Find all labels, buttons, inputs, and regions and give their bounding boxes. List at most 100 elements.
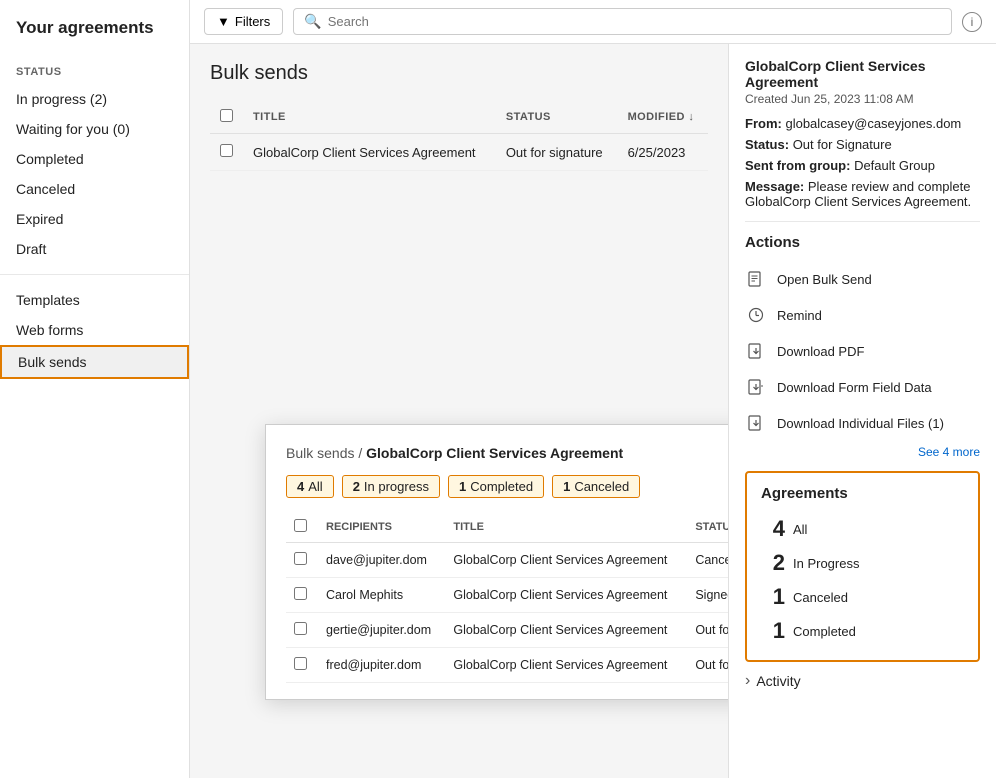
sidebar-item-webforms[interactable]: Web forms <box>0 315 189 345</box>
filter-icon: ▼ <box>217 14 230 29</box>
popup-status-0: Canceled <box>687 543 728 578</box>
filter-tab-all[interactable]: 4 All <box>286 475 334 498</box>
select-all-checkbox[interactable] <box>220 109 233 122</box>
popup-row-checkbox-3[interactable] <box>294 657 307 670</box>
agreements-label-in-progress: In Progress <box>793 556 859 571</box>
download-form-field-label: Download Form Field Data <box>777 380 932 395</box>
sidebar-divider <box>0 274 189 275</box>
action-remind[interactable]: Remind <box>745 297 980 333</box>
see-more-link[interactable]: See 4 more <box>745 445 980 459</box>
agreements-label-completed: Completed <box>793 624 856 639</box>
search-box: 🔍 <box>293 8 952 35</box>
sidebar: Your agreements STATUS In progress (2) W… <box>0 0 190 778</box>
popup-title-1: GlobalCorp Client Services Agreement <box>445 578 687 613</box>
popup-status-3: Out for signature <box>687 648 728 683</box>
popup-recipient-1: Carol Mephits <box>318 578 445 613</box>
popup-col-checkbox <box>286 512 318 543</box>
popup-select-all[interactable] <box>294 519 307 532</box>
sidebar-title: Your agreements <box>0 0 189 52</box>
popup-breadcrumb: Bulk sends / GlobalCorp Client Services … <box>286 445 728 461</box>
popup-table: RECIPIENTS TITLE STATUS MODIFIED ↓ <box>286 512 728 683</box>
content-list-title: Bulk sends <box>210 62 708 85</box>
filter-label: Filters <box>235 14 270 29</box>
right-panel-from: From: globalcasey@caseyjones.dom <box>745 116 980 131</box>
popup-status-2: Out for signature <box>687 613 728 648</box>
sidebar-item-waiting[interactable]: Waiting for you (0) <box>0 114 189 144</box>
sidebar-status-label: STATUS <box>0 52 189 84</box>
popup-recipient-0: dave@jupiter.dom <box>318 543 445 578</box>
info-icon[interactable]: i <box>962 12 982 32</box>
sidebar-item-completed[interactable]: Completed <box>0 144 189 174</box>
download-individual-files-label: Download Individual Files (1) <box>777 416 944 431</box>
row-status: Out for signature <box>496 134 618 171</box>
popup-title-2: GlobalCorp Client Services Agreement <box>445 613 687 648</box>
sort-icon: ↓ <box>688 111 694 123</box>
open-bulk-send-icon <box>745 268 767 290</box>
filter-tab-in-progress[interactable]: 2 In progress <box>342 475 440 498</box>
sidebar-item-expired[interactable]: Expired <box>0 204 189 234</box>
popup-recipient-3: fred@jupiter.dom <box>318 648 445 683</box>
agreements-row-canceled[interactable]: 1 Canceled <box>761 580 964 614</box>
popup-row[interactable]: dave@jupiter.dom GlobalCorp Client Servi… <box>286 543 728 578</box>
popup-row-checkbox-0[interactable] <box>294 552 307 565</box>
action-download-individual-files[interactable]: Download Individual Files (1) <box>745 405 980 441</box>
activity-section[interactable]: › Activity <box>745 672 980 690</box>
agreements-box: Agreements 4 All 2 In Progress 1 Cancele… <box>745 471 980 662</box>
actions-title: Actions <box>745 234 980 251</box>
popup-col-title: TITLE <box>445 512 687 543</box>
popup-row[interactable]: Carol Mephits GlobalCorp Client Services… <box>286 578 728 613</box>
popup-col-recipients: RECIPIENTS <box>318 512 445 543</box>
row-modified: 6/25/2023 <box>618 134 708 171</box>
download-pdf-icon <box>745 340 767 362</box>
table-row[interactable]: GlobalCorp Client Services Agreement Out… <box>210 134 708 171</box>
agreements-row-in-progress[interactable]: 2 In Progress <box>761 546 964 580</box>
col-modified: MODIFIED ↓ <box>618 101 708 134</box>
popup-col-status: STATUS <box>687 512 728 543</box>
popup-row[interactable]: fred@jupiter.dom GlobalCorp Client Servi… <box>286 648 728 683</box>
popup-row[interactable]: gertie@jupiter.dom GlobalCorp Client Ser… <box>286 613 728 648</box>
breadcrumb-bold: GlobalCorp Client Services Agreement <box>366 445 623 461</box>
popup-title-3: GlobalCorp Client Services Agreement <box>445 648 687 683</box>
sidebar-item-in-progress[interactable]: In progress (2) <box>0 84 189 114</box>
popup-status-1: Signed <box>687 578 728 613</box>
row-title: GlobalCorp Client Services Agreement <box>243 134 496 171</box>
agreements-box-title: Agreements <box>761 485 964 502</box>
popup-filter-tabs: 4 All 2 In progress 1 Completed 1 <box>286 475 728 498</box>
sidebar-item-templates[interactable]: Templates <box>0 285 189 315</box>
filter-tab-completed[interactable]: 1 Completed <box>448 475 544 498</box>
agreements-row-completed[interactable]: 1 Completed <box>761 614 964 648</box>
search-icon: 🔍 <box>304 13 321 30</box>
remind-label: Remind <box>777 308 822 323</box>
download-form-field-icon <box>745 376 767 398</box>
popup-row-checkbox-1[interactable] <box>294 587 307 600</box>
right-panel-title: GlobalCorp Client Services Agreement <box>745 58 980 90</box>
filter-tab-canceled[interactable]: 1 Canceled <box>552 475 640 498</box>
download-individual-files-icon <box>745 412 767 434</box>
download-pdf-label: Download PDF <box>777 344 864 359</box>
sidebar-item-bulk-sends[interactable]: Bulk sends <box>0 345 189 379</box>
sidebar-item-canceled[interactable]: Canceled <box>0 174 189 204</box>
right-panel: GlobalCorp Client Services Agreement Cre… <box>728 44 996 778</box>
open-bulk-send-label: Open Bulk Send <box>777 272 872 287</box>
agreements-row-all[interactable]: 4 All <box>761 512 964 546</box>
bulk-send-detail-popup: Bulk sends / GlobalCorp Client Services … <box>265 424 728 700</box>
agreements-label-canceled: Canceled <box>793 590 848 605</box>
search-input[interactable] <box>328 14 941 29</box>
bulk-sends-table: TITLE STATUS MODIFIED ↓ GlobalCorp Clien… <box>210 101 708 171</box>
row-checkbox[interactable] <box>220 144 233 157</box>
col-title: TITLE <box>243 101 496 134</box>
popup-row-checkbox-2[interactable] <box>294 622 307 635</box>
right-panel-created: Created Jun 25, 2023 11:08 AM <box>745 92 980 106</box>
right-panel-status: Status: Out for Signature <box>745 137 980 152</box>
sidebar-item-draft[interactable]: Draft <box>0 234 189 264</box>
remind-icon <box>745 304 767 326</box>
action-download-form-field[interactable]: Download Form Field Data <box>745 369 980 405</box>
divider-1 <box>745 221 980 222</box>
main-content: ▼ Filters 🔍 i Bulk sends TITLE S <box>190 0 996 778</box>
action-download-pdf[interactable]: Download PDF <box>745 333 980 369</box>
right-panel-message: Message: Please review and complete Glob… <box>745 179 980 209</box>
col-status: STATUS <box>496 101 618 134</box>
activity-label: Activity <box>756 673 800 689</box>
action-open-bulk-send[interactable]: Open Bulk Send <box>745 261 980 297</box>
filter-button[interactable]: ▼ Filters <box>204 8 283 35</box>
